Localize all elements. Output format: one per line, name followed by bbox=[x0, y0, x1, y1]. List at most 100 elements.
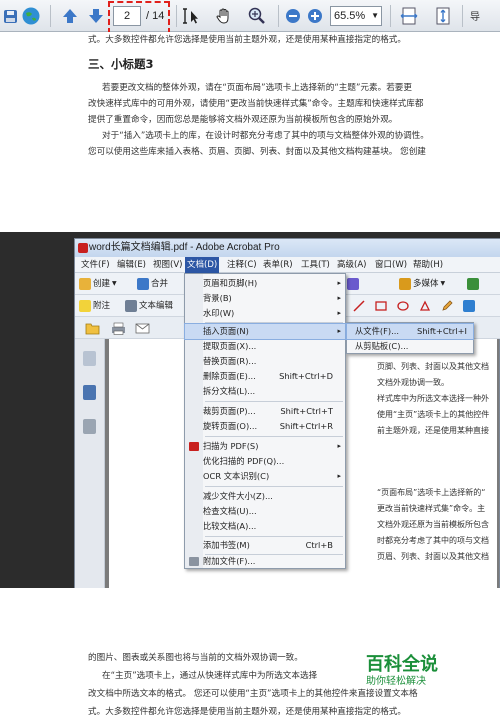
toolbar-separator bbox=[176, 5, 177, 27]
attachments-panel-icon[interactable] bbox=[83, 419, 96, 434]
menu-item-add-bookmark[interactable]: 添加书签(M) Ctrl+B bbox=[185, 538, 345, 553]
inner-paragraph-line: 页脚、列表、封面以及其他文档 bbox=[377, 362, 489, 371]
menu-item-delete-pages[interactable]: 删除页面(E)... Shift+Ctrl+D bbox=[185, 369, 345, 384]
save-icon[interactable] bbox=[2, 5, 18, 27]
paragraph-line: 式。大多数控件都允许您选择是使用当前主题外观，还是使用某种直接指定的格式。 bbox=[88, 707, 406, 717]
create-button[interactable]: 创建 ▼ bbox=[79, 277, 117, 291]
toolbar-separator bbox=[390, 5, 391, 27]
multimedia-button[interactable]: 多媒体 ▼ bbox=[399, 277, 445, 291]
menu-view[interactable]: 视图(V) bbox=[151, 257, 184, 273]
pencil-tool-button[interactable] bbox=[441, 299, 453, 313]
window-title-bar: word长篇文档编辑.pdf - Adobe Acrobat Pro bbox=[75, 239, 500, 257]
navigation-pane bbox=[75, 339, 105, 588]
menu-item-background[interactable]: 背景(B) ▸ bbox=[185, 291, 345, 306]
menu-separator bbox=[205, 536, 343, 537]
menu-item-reduce-file-size[interactable]: 减少文件大小(Z)... bbox=[185, 489, 345, 504]
merge-button[interactable]: 合并 bbox=[137, 277, 168, 291]
sign-button[interactable] bbox=[467, 277, 479, 291]
menu-item-scan-to-pdf[interactable]: 扫描为 PDF(S) ▸ bbox=[185, 439, 345, 454]
zoom-level-value: 65.5% bbox=[334, 10, 366, 22]
inner-paragraph-line: 页眉、列表、封面以及其他文档 bbox=[377, 552, 489, 561]
menu-separator bbox=[205, 486, 343, 487]
menu-item-from-clipboard[interactable]: 从剪贴板(C)... bbox=[347, 339, 473, 354]
inner-paragraph-line: 文档外观协调一致。 bbox=[377, 378, 449, 387]
highlighter-tool-button[interactable] bbox=[463, 299, 475, 313]
menu-help[interactable]: 帮助(H) bbox=[411, 257, 445, 273]
menu-separator bbox=[205, 436, 343, 437]
next-page-icon[interactable] bbox=[86, 5, 106, 27]
menu-file[interactable]: 文件(F) bbox=[79, 257, 112, 273]
email-button[interactable] bbox=[135, 321, 150, 335]
menu-item-rotate-pages[interactable]: 旋转页面(O)... Shift+Ctrl+R bbox=[185, 419, 345, 434]
fit-page-icon[interactable] bbox=[432, 5, 454, 27]
document-menu-dropdown: 页眉和页脚(H) ▸ 背景(B) ▸ 水印(W) ▸ 插入页面(N) ▸ 提取页面(X)… bbox=[184, 273, 346, 569]
rectangle-tool-icon bbox=[375, 301, 387, 311]
menu-item-ocr[interactable]: OCR 文本识别(C) ▸ bbox=[185, 469, 345, 484]
menu-separator bbox=[205, 401, 343, 402]
menu-window[interactable]: 窗口(W) bbox=[373, 257, 409, 273]
globe-icon[interactable] bbox=[20, 5, 42, 27]
chevron-down-icon: ▼ bbox=[371, 11, 379, 20]
menu-edit[interactable]: 编辑(E) bbox=[115, 257, 148, 273]
inner-paragraph-line: 时都充分考虑了其中的项与文档 bbox=[377, 536, 489, 545]
polygon-tool-button[interactable] bbox=[419, 299, 431, 313]
ellipse-tool-button[interactable] bbox=[397, 299, 409, 313]
pages-panel-icon[interactable] bbox=[83, 351, 96, 366]
menu-item-crop-pages[interactable]: 裁剪页面(P)... Shift+Ctrl+T bbox=[185, 404, 345, 419]
inner-paragraph-line: 更改当前快速样式集”命令。主 bbox=[377, 504, 486, 513]
menu-item-header-footer[interactable]: 页眉和页脚(H) ▸ bbox=[185, 276, 345, 291]
paragraph-line: 若要更改文档的整体外观，请在“页面布局”选项卡上选择新的“主题”元素。若要更 bbox=[102, 83, 412, 93]
zoom-level-select[interactable]: 65.5% ▼ bbox=[330, 6, 382, 26]
line-tool-button[interactable] bbox=[353, 299, 365, 313]
sticky-note-icon bbox=[79, 300, 91, 312]
menu-document[interactable]: 文档(D) bbox=[185, 257, 220, 273]
menu-separator bbox=[205, 322, 343, 323]
menu-item-extract-pages[interactable]: 提取页面(X)... bbox=[185, 339, 345, 354]
sign-icon bbox=[467, 278, 479, 290]
menu-item-examine-document[interactable]: 检查文档(U)... bbox=[185, 504, 345, 519]
sticky-note-button[interactable]: 附注 bbox=[79, 299, 110, 313]
toolbar-separator bbox=[462, 5, 463, 27]
text-edit-label: 文本编辑 bbox=[139, 301, 174, 311]
select-text-cursor-icon[interactable] bbox=[181, 5, 203, 27]
chevron-down-icon: ▼ bbox=[112, 280, 117, 287]
menu-item-split-document[interactable]: 拆分文档(L)... bbox=[185, 384, 345, 399]
merge-label: 合并 bbox=[151, 279, 169, 289]
menu-tools[interactable]: 工具(T) bbox=[299, 257, 332, 273]
inner-paragraph-line: 前主题外观，还是使用某种直接 bbox=[377, 426, 489, 435]
menu-item-optimize-scanned-pdf[interactable]: 优化扫描的 PDF(Q)... bbox=[185, 454, 345, 469]
printer-icon bbox=[112, 322, 125, 335]
zoom-tool-icon[interactable] bbox=[246, 5, 268, 27]
menu-item-watermark[interactable]: 水印(W) ▸ bbox=[185, 306, 345, 321]
acrobat-app-icon bbox=[78, 243, 88, 253]
insert-pages-submenu: 从文件(F)... Shift+Ctrl+I 从剪贴板(C)... bbox=[346, 322, 474, 354]
previous-page-icon[interactable] bbox=[60, 5, 80, 27]
inner-paragraph-line: “页面布局”选项卡上选择新的“ bbox=[377, 488, 486, 497]
polygon-tool-icon bbox=[419, 300, 431, 311]
print-button[interactable] bbox=[111, 321, 126, 335]
create-pdf-icon bbox=[79, 278, 91, 290]
menu-forms[interactable]: 表单(R) bbox=[261, 257, 295, 273]
inner-paragraph-line: 样式库中为所选文本选择一种外 bbox=[377, 394, 489, 403]
navigation-label[interactable]: 导 bbox=[470, 8, 480, 23]
document-page-1: 式。大多数控件都允许您选择是使用当前主题外观，还是使用某种直接指定的格式。 三、… bbox=[50, 32, 500, 232]
menu-advanced[interactable]: 高级(A) bbox=[335, 257, 368, 273]
menu-item-insert-pages[interactable]: 插入页面(N) ▸ bbox=[184, 323, 346, 340]
menu-item-replace-pages[interactable]: 替换页面(R)... bbox=[185, 354, 345, 369]
fit-width-icon[interactable] bbox=[398, 5, 420, 27]
menu-item-compare-documents[interactable]: 比较文档(A)... bbox=[185, 519, 345, 534]
text-edit-button[interactable]: 文本编辑 bbox=[125, 299, 173, 313]
forms-icon-button[interactable] bbox=[347, 277, 359, 291]
paragraph-line: 您可以使用这些库来插入表格、页眉、页脚、列表、封面以及其他文档构建基块。 您创建 bbox=[88, 147, 426, 157]
bookmarks-panel-icon[interactable] bbox=[83, 385, 96, 400]
menu-item-from-file[interactable]: 从文件(F)... Shift+Ctrl+I bbox=[346, 323, 474, 340]
hand-tool-icon[interactable] bbox=[213, 5, 235, 27]
rectangle-tool-button[interactable] bbox=[375, 299, 387, 313]
menu-comment[interactable]: 注释(C) bbox=[225, 257, 259, 273]
menu-item-attach-file[interactable]: 附加文件(F)... bbox=[185, 554, 345, 569]
zoom-in-icon[interactable] bbox=[306, 5, 324, 27]
open-folder-button[interactable] bbox=[85, 321, 100, 335]
scanner-icon bbox=[189, 442, 199, 451]
zoom-out-icon[interactable] bbox=[284, 5, 302, 27]
toolbar-separator bbox=[278, 5, 279, 27]
